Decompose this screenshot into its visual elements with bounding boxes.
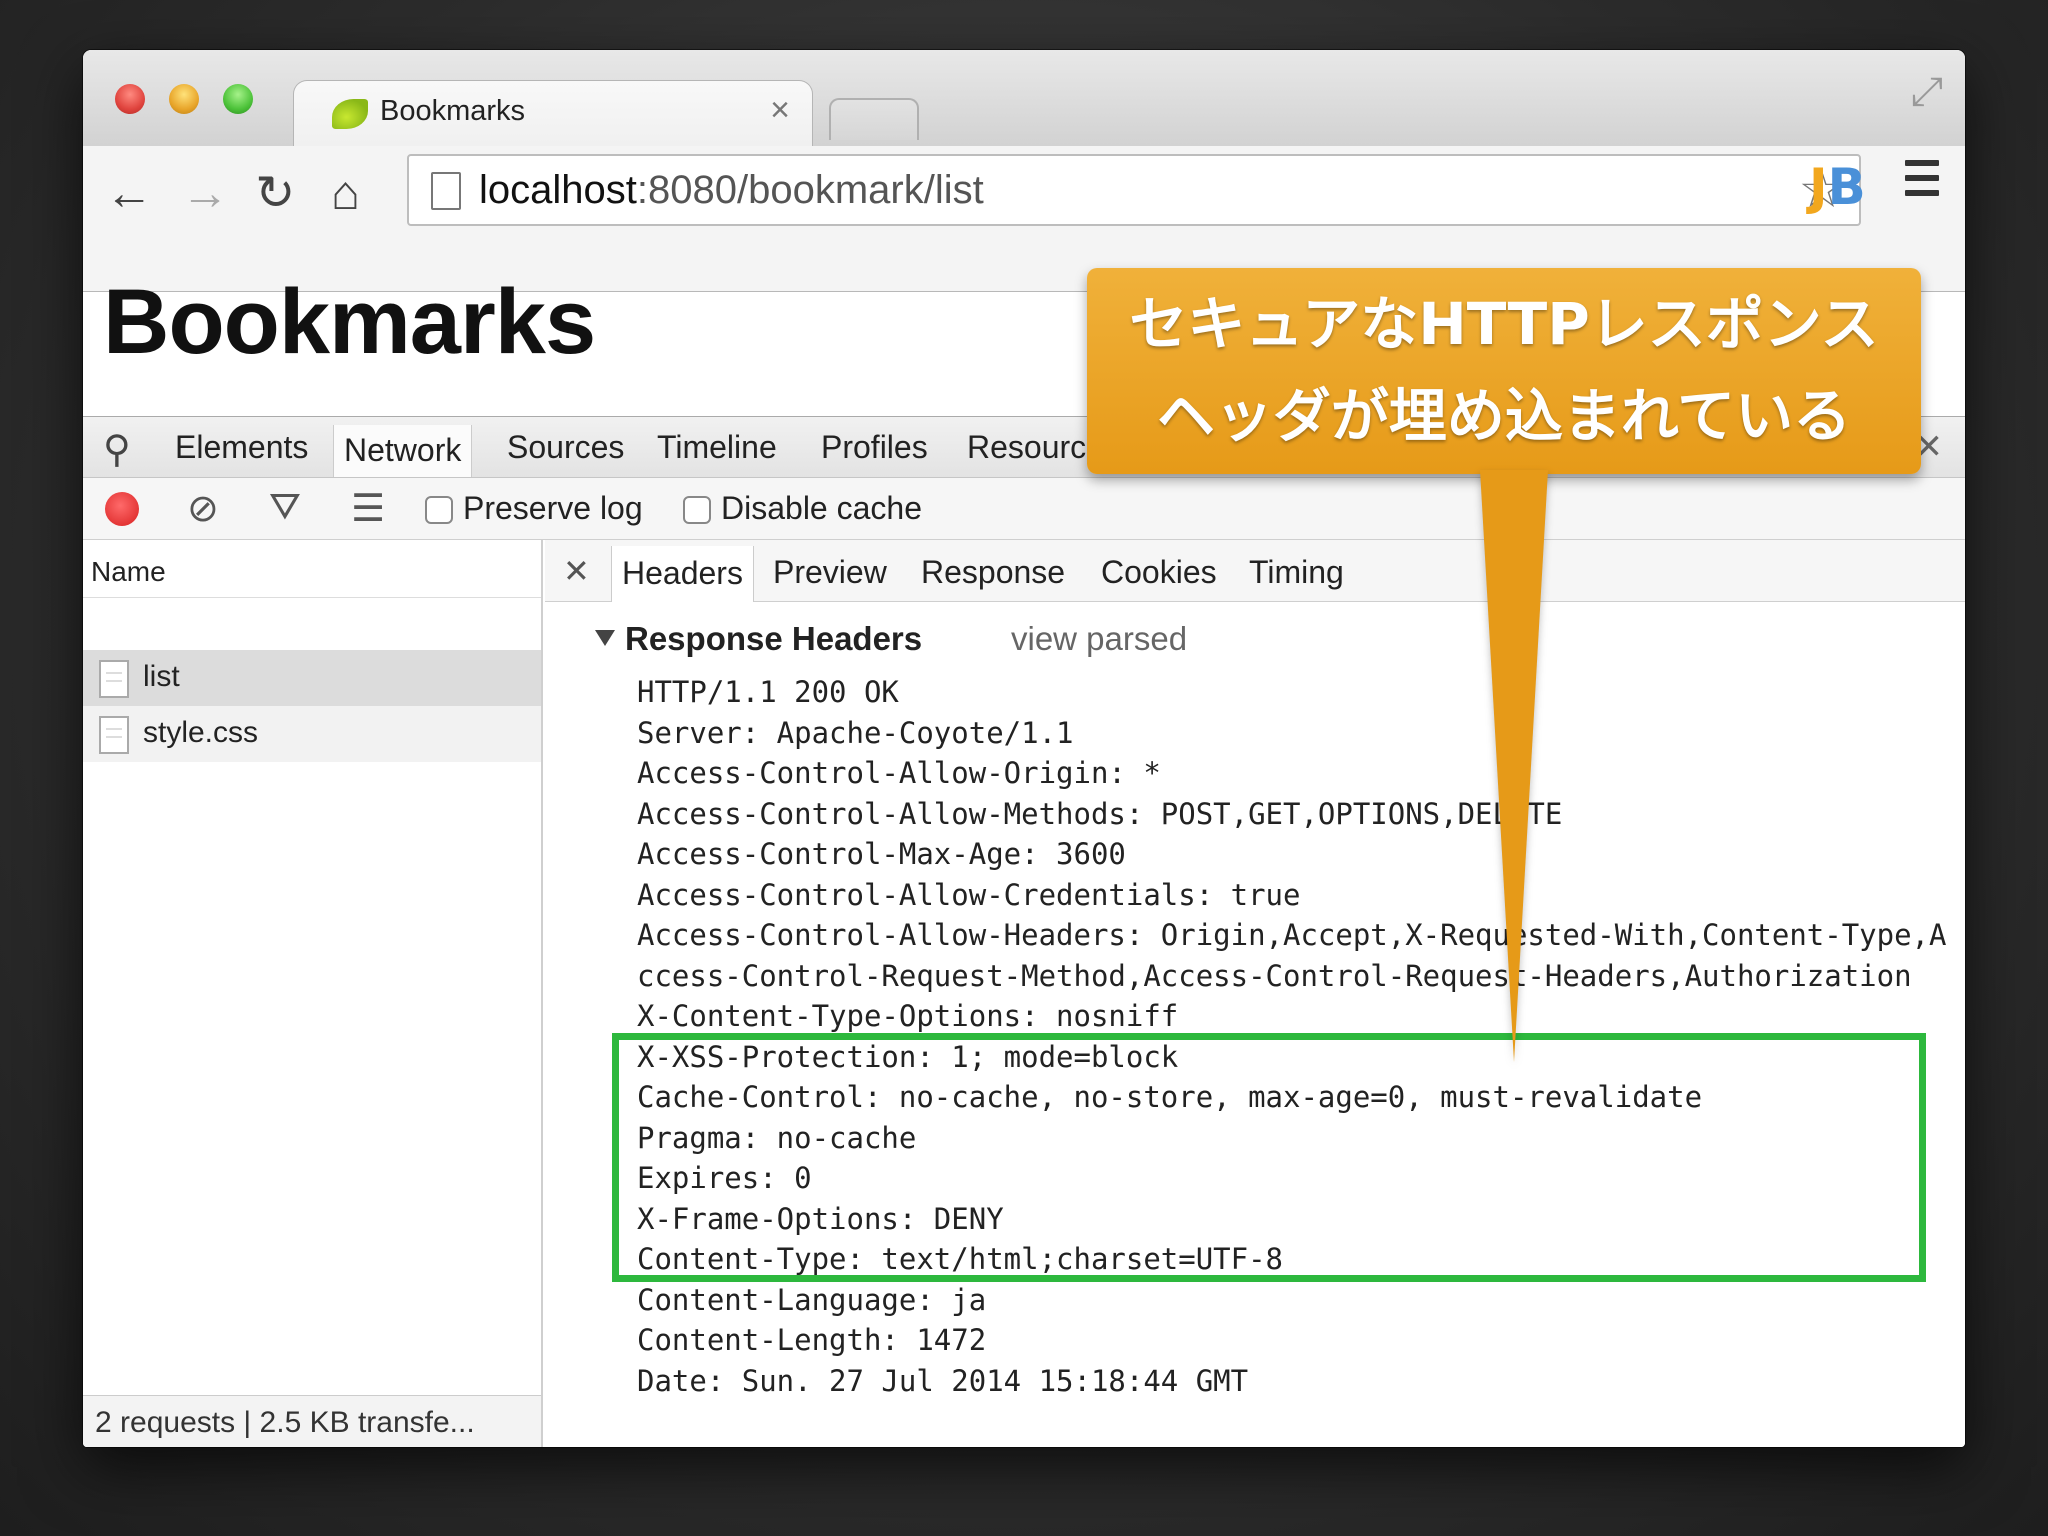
callout-pointer — [1480, 470, 1548, 1062]
tab-timeline[interactable]: Timeline — [657, 429, 777, 466]
header-line: Access-Control-Allow-Credentials: true — [637, 877, 1301, 912]
tab-response[interactable]: Response — [921, 554, 1065, 591]
request-list-panel: Name list style.css 2 requests | 2.5 KB … — [83, 540, 543, 1447]
security-headers-highlight — [612, 1033, 1926, 1282]
name-column-header[interactable]: Name — [83, 540, 541, 598]
file-name: style.css — [143, 716, 259, 749]
hamburger-menu-icon[interactable] — [1905, 160, 1939, 205]
header-line: HTTP/1.1 200 OK — [637, 675, 899, 709]
page-icon — [431, 172, 461, 210]
header-line: Content-Length: 1472 — [637, 1323, 987, 1357]
search-icon[interactable]: ⚲ — [103, 427, 131, 472]
header-line: X-Content-Type-Options: nosniff — [637, 999, 1179, 1033]
tab-elements[interactable]: Elements — [175, 429, 308, 466]
fullscreen-icon[interactable]: ⤢ — [1911, 70, 1943, 115]
request-details-panel: ✕ Headers Preview Response Cookies Timin… — [545, 540, 1965, 1447]
list-item[interactable]: style.css — [83, 706, 541, 762]
page-title: Bookmarks — [103, 271, 596, 373]
back-arrow-icon[interactable]: ← — [105, 170, 153, 218]
tab-timing[interactable]: Timing — [1249, 554, 1344, 591]
close-details-icon[interactable]: ✕ — [563, 552, 590, 590]
disable-cache-checkbox[interactable] — [683, 496, 711, 524]
spring-leaf-icon — [332, 99, 368, 129]
header-line: Access-Control-Allow-Headers: Origin,Acc… — [637, 918, 1947, 993]
header-line: Access-Control-Max-Age: 3600 — [637, 837, 1126, 871]
url-text: localhost:8080/bookmark/list — [479, 168, 984, 212]
callout-line-2: ヘッダが埋め込まれている — [1156, 382, 1852, 450]
header-line: Content-Language: ja — [637, 1282, 987, 1317]
callout-text: セキュアなHTTPレスポンス ヘッダが埋め込まれている — [1087, 278, 1921, 462]
preserve-log-label: Preserve log — [463, 490, 643, 526]
network-toolbar: ⊘ ⛛ ☰ Preserve log Disable cache — [83, 478, 1965, 540]
list-view-icon[interactable]: ☰ — [351, 486, 385, 531]
header-line: Date: Sun. 27 Jul 2014 15:18:44 GMT — [637, 1363, 1249, 1398]
network-status-bar: 2 requests | 2.5 KB transfe... — [83, 1395, 541, 1447]
collapse-triangle-icon[interactable] — [595, 630, 615, 646]
home-icon[interactable]: ⌂ — [331, 170, 360, 218]
tab-headers[interactable]: Headers — [611, 546, 754, 602]
zoom-window-button[interactable] — [223, 84, 253, 114]
close-window-button[interactable] — [115, 84, 145, 114]
browser-tab-bookmarks[interactable]: Bookmarks × — [293, 80, 813, 146]
tab-cookies[interactable]: Cookies — [1101, 554, 1217, 591]
filter-icon[interactable]: ⛛ — [269, 486, 301, 529]
browser-window: Bookmarks × ⤢ ← → ↻ ⌂ localhost:8080/boo… — [83, 50, 1965, 1447]
tab-preview[interactable]: Preview — [773, 554, 887, 591]
header-line: Access-Control-Allow-Methods: POST,GET,O… — [637, 796, 1563, 831]
tab-close-icon[interactable]: × — [770, 91, 790, 130]
document-icon — [99, 660, 129, 698]
new-tab-button[interactable] — [829, 98, 919, 140]
list-item[interactable]: list — [83, 650, 541, 706]
reload-icon[interactable]: ↻ — [255, 170, 295, 218]
jrebel-extension-icon[interactable]: JB — [1809, 158, 1866, 216]
tab-sources[interactable]: Sources — [507, 429, 624, 466]
forward-arrow-icon[interactable]: → — [181, 170, 229, 218]
preserve-log-checkbox[interactable] — [425, 496, 453, 524]
header-line: Server: Apache-Coyote/1.1 — [637, 715, 1074, 750]
record-button[interactable] — [105, 492, 139, 526]
tab-profiles[interactable]: Profiles — [821, 429, 928, 466]
detail-tab-bar: ✕ Headers Preview Response Cookies Timin… — [545, 540, 1965, 602]
view-parsed-link[interactable]: view parsed — [1011, 620, 1187, 658]
document-icon — [99, 716, 129, 754]
minimize-window-button[interactable] — [169, 84, 199, 114]
disable-cache-label: Disable cache — [721, 490, 922, 526]
tab-network[interactable]: Network — [333, 425, 473, 477]
address-bar[interactable]: localhost:8080/bookmark/list ☆ — [407, 154, 1861, 226]
tab-title: Bookmarks — [380, 95, 526, 127]
callout-line-1: セキュアなHTTPレスポンス — [1129, 290, 1879, 358]
annotation-callout: セキュアなHTTPレスポンス ヘッダが埋め込まれている — [1087, 268, 1921, 474]
clear-icon[interactable]: ⊘ — [187, 486, 219, 531]
title-bar: Bookmarks × ⤢ — [83, 50, 1965, 146]
tab-resources[interactable]: Resourc — [967, 429, 1086, 466]
file-name: list — [143, 660, 180, 693]
header-line: Access-Control-Allow-Origin: * — [637, 756, 1161, 790]
response-headers-title[interactable]: Response Headers — [625, 620, 922, 658]
